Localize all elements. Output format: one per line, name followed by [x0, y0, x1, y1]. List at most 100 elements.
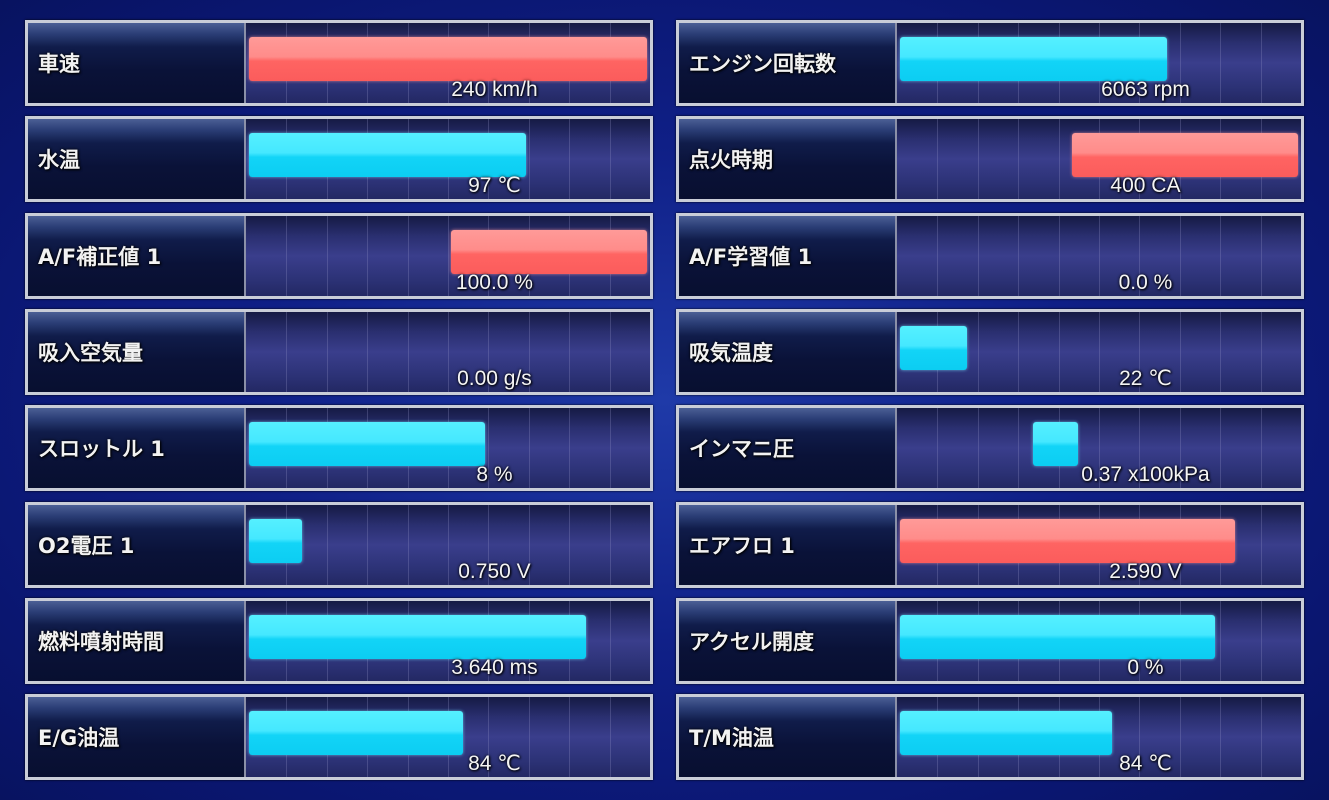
gauge-track: 0.750 V: [246, 504, 650, 585]
gauge-value: 400 CA: [1110, 174, 1181, 198]
gauge-label: 点火時期: [689, 148, 773, 173]
gauge-panel[interactable]: 燃料噴射時間 3.640 ms: [25, 597, 653, 684]
gridline: [448, 215, 449, 296]
gridline: [1260, 408, 1262, 489]
gauge-panel[interactable]: A/F補正値 1 100.0 %: [25, 212, 653, 299]
gauge-label-cell: A/F学習値 1: [679, 215, 897, 296]
gridline: [569, 311, 571, 392]
gauge-label-cell: 燃料噴射時間: [28, 600, 246, 681]
gridline: [1179, 215, 1181, 296]
gauge-label-cell: O2電圧 1: [28, 504, 246, 585]
gauge-label-cell: 吸気温度: [679, 311, 897, 392]
gauge-value: 22 ℃: [1119, 366, 1172, 390]
gauge-track: 3.640 ms: [246, 600, 650, 681]
gauge-label: 車速: [38, 52, 80, 76]
gridline: [977, 311, 979, 392]
gauge-panel[interactable]: エアフロ 1 2.590 V: [676, 501, 1304, 588]
gauge-label-cell: インマニ圧: [679, 408, 897, 489]
gauge-label-cell: エンジン回転数: [679, 23, 897, 103]
gridline: [326, 215, 328, 296]
gauge-label: エンジン回転数: [689, 52, 836, 76]
gauge-bar: [900, 37, 1167, 81]
gauge-value: 0.37 x100kPa: [1081, 463, 1210, 487]
gridline: [977, 215, 979, 296]
gridline: [1018, 408, 1020, 489]
gridline: [609, 119, 611, 200]
gridline: [1018, 119, 1020, 200]
gridline: [1018, 311, 1020, 392]
gauge-bar: [249, 133, 526, 178]
gridline: [367, 215, 369, 296]
gridline: [1099, 311, 1100, 392]
gauge-label-cell: 点火時期: [679, 119, 897, 200]
gauge-panel[interactable]: A/F学習値 1 0.0 %: [676, 212, 1304, 299]
gauge-panel[interactable]: 吸入空気量 0.00 g/s: [25, 308, 653, 395]
gridline: [1220, 311, 1222, 392]
gauge-panel[interactable]: インマニ圧 0.37 x100kPa: [676, 405, 1304, 492]
gauge-value: 84 ℃: [468, 752, 521, 776]
gridline: [367, 311, 369, 392]
gauge-bar: [249, 711, 464, 756]
gauge-value: 8 %: [476, 463, 513, 487]
gauge-value: 6063 rpm: [1101, 78, 1190, 101]
gridline: [937, 215, 939, 296]
gauge-panel[interactable]: 水温 97 ℃: [25, 116, 653, 203]
gauge-label: 燃料噴射時間: [38, 629, 164, 654]
gridline: [609, 311, 611, 392]
gauge-panel[interactable]: スロットル 1 8 %: [25, 405, 653, 492]
gauge-panel[interactable]: エンジン回転数 6063 rpm: [676, 20, 1304, 106]
gridline: [1058, 311, 1060, 392]
gauge-label: 水温: [38, 148, 80, 173]
gauge-label-cell: エアフロ 1: [679, 504, 897, 585]
gauge-track: 6063 rpm: [897, 23, 1301, 103]
gauge-bar: [249, 37, 647, 81]
gauge-track: 240 km/h: [246, 23, 650, 103]
gauge-panel[interactable]: 車速 240 km/h: [25, 20, 653, 106]
gauge-label: O2電圧 1: [38, 533, 135, 558]
gauge-panel[interactable]: 点火時期 400 CA: [676, 116, 1304, 203]
gauge-track: 0.00 g/s: [246, 311, 650, 392]
gauge-bar: [900, 325, 967, 370]
gridline: [1260, 23, 1262, 103]
gridline: [1260, 504, 1262, 585]
gauge-label-cell: E/G油温: [28, 697, 246, 778]
gauge-value: 0 %: [1127, 655, 1164, 679]
gauge-label: A/F補正値 1: [38, 244, 162, 269]
gauge-value: 0.0 %: [1118, 270, 1173, 294]
gridline: [407, 311, 409, 392]
gridline: [528, 697, 530, 778]
gauge-track: 0 %: [897, 600, 1301, 681]
gridline: [286, 311, 288, 392]
gridline: [1260, 311, 1262, 392]
gauge-track: 2.590 V: [897, 504, 1301, 585]
gridline: [326, 504, 328, 585]
gauge-label: 吸入空気量: [38, 340, 143, 365]
gridline: [1260, 600, 1262, 681]
gauge-bar: [1033, 422, 1078, 467]
gauge-bar: [249, 422, 486, 467]
gauge-track: 0.37 x100kPa: [897, 408, 1301, 489]
gauge-panel[interactable]: E/G油温 84 ℃: [25, 694, 653, 781]
gridline: [407, 504, 409, 585]
gridline: [1260, 215, 1262, 296]
gauge-track: 84 ℃: [897, 697, 1301, 778]
gridline: [448, 311, 449, 392]
gauge-label-cell: スロットル 1: [28, 408, 246, 489]
gauge-label-cell: 水温: [28, 119, 246, 200]
gauge-panel[interactable]: O2電圧 1 0.750 V: [25, 501, 653, 588]
gauge-label: 吸気温度: [689, 340, 773, 365]
gauge-label-cell: A/F補正値 1: [28, 215, 246, 296]
gauge-value: 100.0 %: [455, 270, 533, 294]
gridline: [326, 311, 328, 392]
gauge-label-cell: 車速: [28, 23, 246, 103]
gauge-track: 100.0 %: [246, 215, 650, 296]
gauge-value: 240 km/h: [451, 78, 538, 101]
gridline: [569, 119, 571, 200]
gauge-panel[interactable]: アクセル開度 0 %: [676, 597, 1304, 684]
gauge-value: 3.640 ms: [451, 655, 538, 679]
gauge-track: 97 ℃: [246, 119, 650, 200]
gauge-bar: [900, 518, 1236, 563]
gauge-panel[interactable]: T/M油温 84 ℃: [676, 694, 1304, 781]
gauge-panel[interactable]: 吸気温度 22 ℃: [676, 308, 1304, 395]
gauge-value: 0.00 g/s: [457, 366, 532, 390]
